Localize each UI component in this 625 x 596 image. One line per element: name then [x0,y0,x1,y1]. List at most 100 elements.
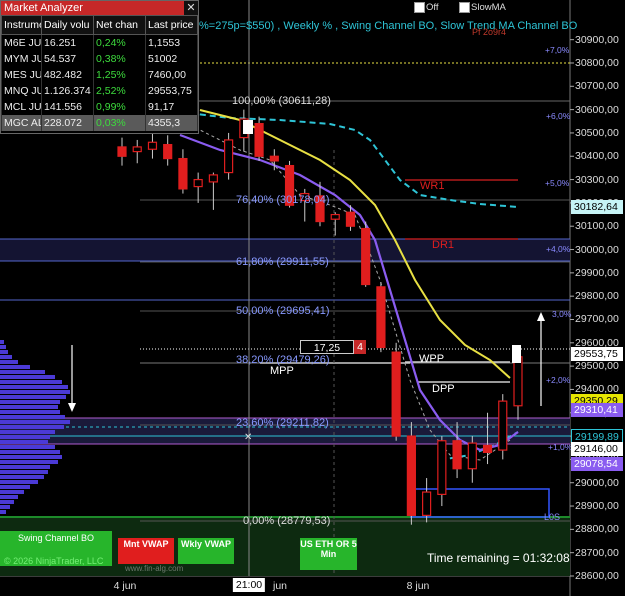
candle-body [147,141,158,150]
volume-profile-bar [0,435,50,439]
analyzer-cell-instrument: MES JU [1,67,42,83]
analyzer-cell-volume: 141.556 [41,99,94,115]
mpp-label: MPP [270,365,294,377]
price-tick-label: 29700,00 [575,313,619,326]
analyzer-row[interactable]: MCL JU 141.556 0,99% 91,17 [1,99,198,115]
column-header-last-price[interactable]: Last price [145,15,198,35]
price-tag: 30182,64 [571,199,623,214]
analyzer-cell-instrument: MCL JU [1,99,42,115]
price-tick-label: 28900,00 [575,500,619,513]
market-analyzer-title: Market Analyzer [4,2,83,14]
fib-level-label: 100,00% (30611,28) [232,95,331,107]
analyzer-cell-net: 0,38% [93,51,146,67]
market-analyzer[interactable]: Market Analyzer ✕ Instrume Daily volu Ne… [0,0,199,134]
candle-body [345,211,356,227]
cross-marker: ✕ [244,432,252,443]
analyzer-cell-instrument: MYM JU [1,51,42,67]
candle-body [254,123,264,157]
analyzer-row[interactable]: MNQ JU 1.126.374 2,52% 29553,75 [1,83,198,99]
analyzer-cell-volume: 228.072 [41,115,94,131]
candle-body [437,440,447,495]
candle-body [269,155,279,162]
off-label: Off [426,2,439,14]
candle-body [422,491,432,516]
candle [422,478,432,523]
time-label-cursor[interactable]: 21:00 [232,578,266,592]
weekly-percent-label: +2,0% [546,375,571,385]
candle [117,137,127,166]
column-header-instrument[interactable]: Instrume [1,15,42,35]
candle-body [467,442,477,470]
volume-profile-bar [0,430,55,434]
analyzer-cell-net: 2,52% [93,83,146,99]
analyzer-cell-last: 51002 [145,51,198,67]
analyzer-cell-last: 1,1553 [145,34,198,51]
order-quantity[interactable]: 4 [354,340,366,354]
wkly-vwap-label: Wkly VWAP [180,539,231,549]
slowma-checkbox[interactable]: SlowMA [459,2,506,13]
volume-profile-bar [0,450,60,454]
volume-profile-bar [0,440,48,444]
candle-body [498,400,508,451]
volume-profile-bar [0,495,18,499]
candle-body [224,139,234,174]
analyzer-cell-net: 0,99% [93,99,146,115]
us-eth-label: US ETH OR 5 Min [300,539,357,559]
analyzer-cell-instrument: MGC AL [1,115,42,131]
volume-profile-bar [0,490,24,494]
order-value[interactable]: 17,25 [300,340,354,354]
l0s-label: L0S [544,512,561,522]
volume-profile-bar [0,475,44,479]
off-checkbox[interactable]: Off [414,2,439,13]
price-tag: 29553,75 [571,346,623,361]
wr1-label: WR1 [420,180,445,192]
analyzer-row[interactable]: MES JU 482.482 1,25% 7460,00 [1,67,198,83]
analyzer-table: Instrume Daily volu Net chan Last price … [1,15,198,131]
volume-profile-bar [0,480,38,484]
candle [437,436,447,507]
candle-body [376,286,386,349]
candle [376,282,386,353]
volume-profile-bar [0,390,70,394]
top-right-label: Pf 2o9r4 [472,27,507,37]
analyzer-row[interactable]: M6E JU 16.251 0,24% 1,1553 [1,34,198,51]
analyzer-row[interactable]: MYM JU 54.537 0,38% 51002 [1,51,198,67]
candle [254,116,264,161]
volume-profile-bar [0,460,58,464]
volume-profile-bar [0,365,30,369]
fib-level-label: 61,80% (29911,55) [236,256,329,268]
close-icon[interactable]: ✕ [184,1,198,15]
volume-profile-bar [0,380,62,384]
volume-profile-bar [0,420,70,424]
volume-profile-bar [0,350,8,354]
candle [178,149,188,194]
analyzer-cell-net: 0,03% [93,115,146,131]
market-analyzer-titlebar[interactable]: Market Analyzer ✕ [1,1,198,15]
fib-level-label: 0,00% (28779,53) [243,515,331,527]
swing-channel-label: Swing Channel BO [17,533,95,543]
volume-profile-bar [0,355,12,359]
candle [391,342,401,441]
column-header-net-change[interactable]: Net chan [93,15,146,35]
price-tick-label: 30400,00 [575,150,619,163]
candle-body [391,351,401,437]
analyzer-cell-volume: 1.126.374 [41,83,94,99]
dpp-label: DPP [432,383,455,395]
wkly-vwap-button[interactable]: Wkly VWAP [178,538,234,564]
time-label-8-jun: 8 jun [406,580,430,592]
candle-body [117,146,127,157]
candle [193,172,203,203]
column-header-volume[interactable]: Daily volu [41,15,94,35]
volume-profile-bar [0,500,14,504]
price-tick-label: 30100,00 [575,220,619,233]
analyzer-cell-last: 29553,75 [145,83,198,99]
analyzer-cell-net: 1,25% [93,67,146,83]
analyzer-row[interactable]: MGC AL 228.072 0,03% 4355,3 [1,115,198,131]
mint-vwap-button[interactable]: Mnt VWAP [118,538,174,564]
volume-profile-bar [0,400,60,404]
us-eth-button[interactable]: US ETH OR 5 Min [300,538,357,570]
analyzer-cell-instrument: M6E JU [1,34,42,51]
fib-level-label: 76,40% (30178,04) [236,194,330,206]
candle [498,394,508,460]
volume-profile-bar [0,445,55,449]
